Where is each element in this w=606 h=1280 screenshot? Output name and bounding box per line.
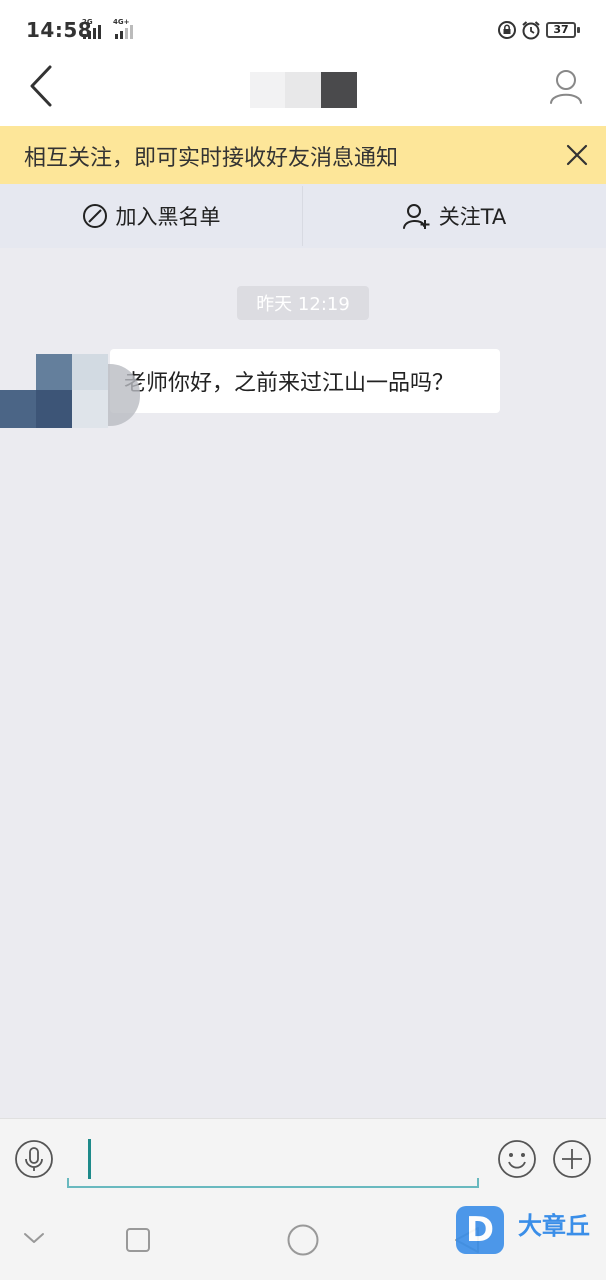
person-outline-icon[interactable]: [548, 66, 584, 106]
signal-bars-icon: [83, 25, 101, 39]
close-icon[interactable]: [566, 144, 588, 166]
chevron-left-icon[interactable]: [26, 64, 56, 108]
message-bubble[interactable]: 老师你好，之前来过江山一品吗？: [110, 349, 500, 413]
message-text: 老师你好，之前来过江山一品吗？: [124, 371, 455, 396]
follow-label: 关注TA: [438, 205, 507, 229]
blacklist-label: 加入黑名单: [115, 205, 221, 229]
prohibit-icon: [82, 204, 107, 228]
message-timestamp: 昨天 12:19: [237, 286, 369, 320]
plus-circle-icon[interactable]: [552, 1139, 592, 1179]
lock-rotation-icon: [498, 21, 516, 39]
input-bracket-right: [477, 1178, 479, 1188]
contact-name-blurred: [250, 72, 358, 108]
avatar[interactable]: [0, 354, 140, 428]
watermark-text: 大章丘: [518, 1212, 590, 1240]
battery-nub: [577, 27, 580, 33]
input-bracket-left: [67, 1178, 69, 1188]
message-input[interactable]: [68, 1136, 478, 1188]
alarm-icon: [522, 21, 540, 40]
add-person-icon: [402, 204, 430, 229]
chevron-down-icon[interactable]: [22, 1230, 46, 1246]
battery-indicator: 37: [546, 22, 576, 38]
signal-bars-icon: [115, 25, 133, 39]
smiley-icon[interactable]: [497, 1139, 537, 1179]
notice-text: 相互关注，即可实时接收好友消息通知: [24, 146, 399, 171]
microphone-icon[interactable]: [14, 1139, 54, 1179]
follow-button[interactable]: 关注TA: [303, 184, 606, 248]
recent-apps-icon[interactable]: [125, 1227, 151, 1253]
text-caret: [88, 1139, 91, 1179]
blacklist-button[interactable]: 加入黑名单: [0, 184, 302, 248]
watermark-logo: D: [456, 1206, 504, 1254]
home-icon[interactable]: [286, 1223, 320, 1257]
